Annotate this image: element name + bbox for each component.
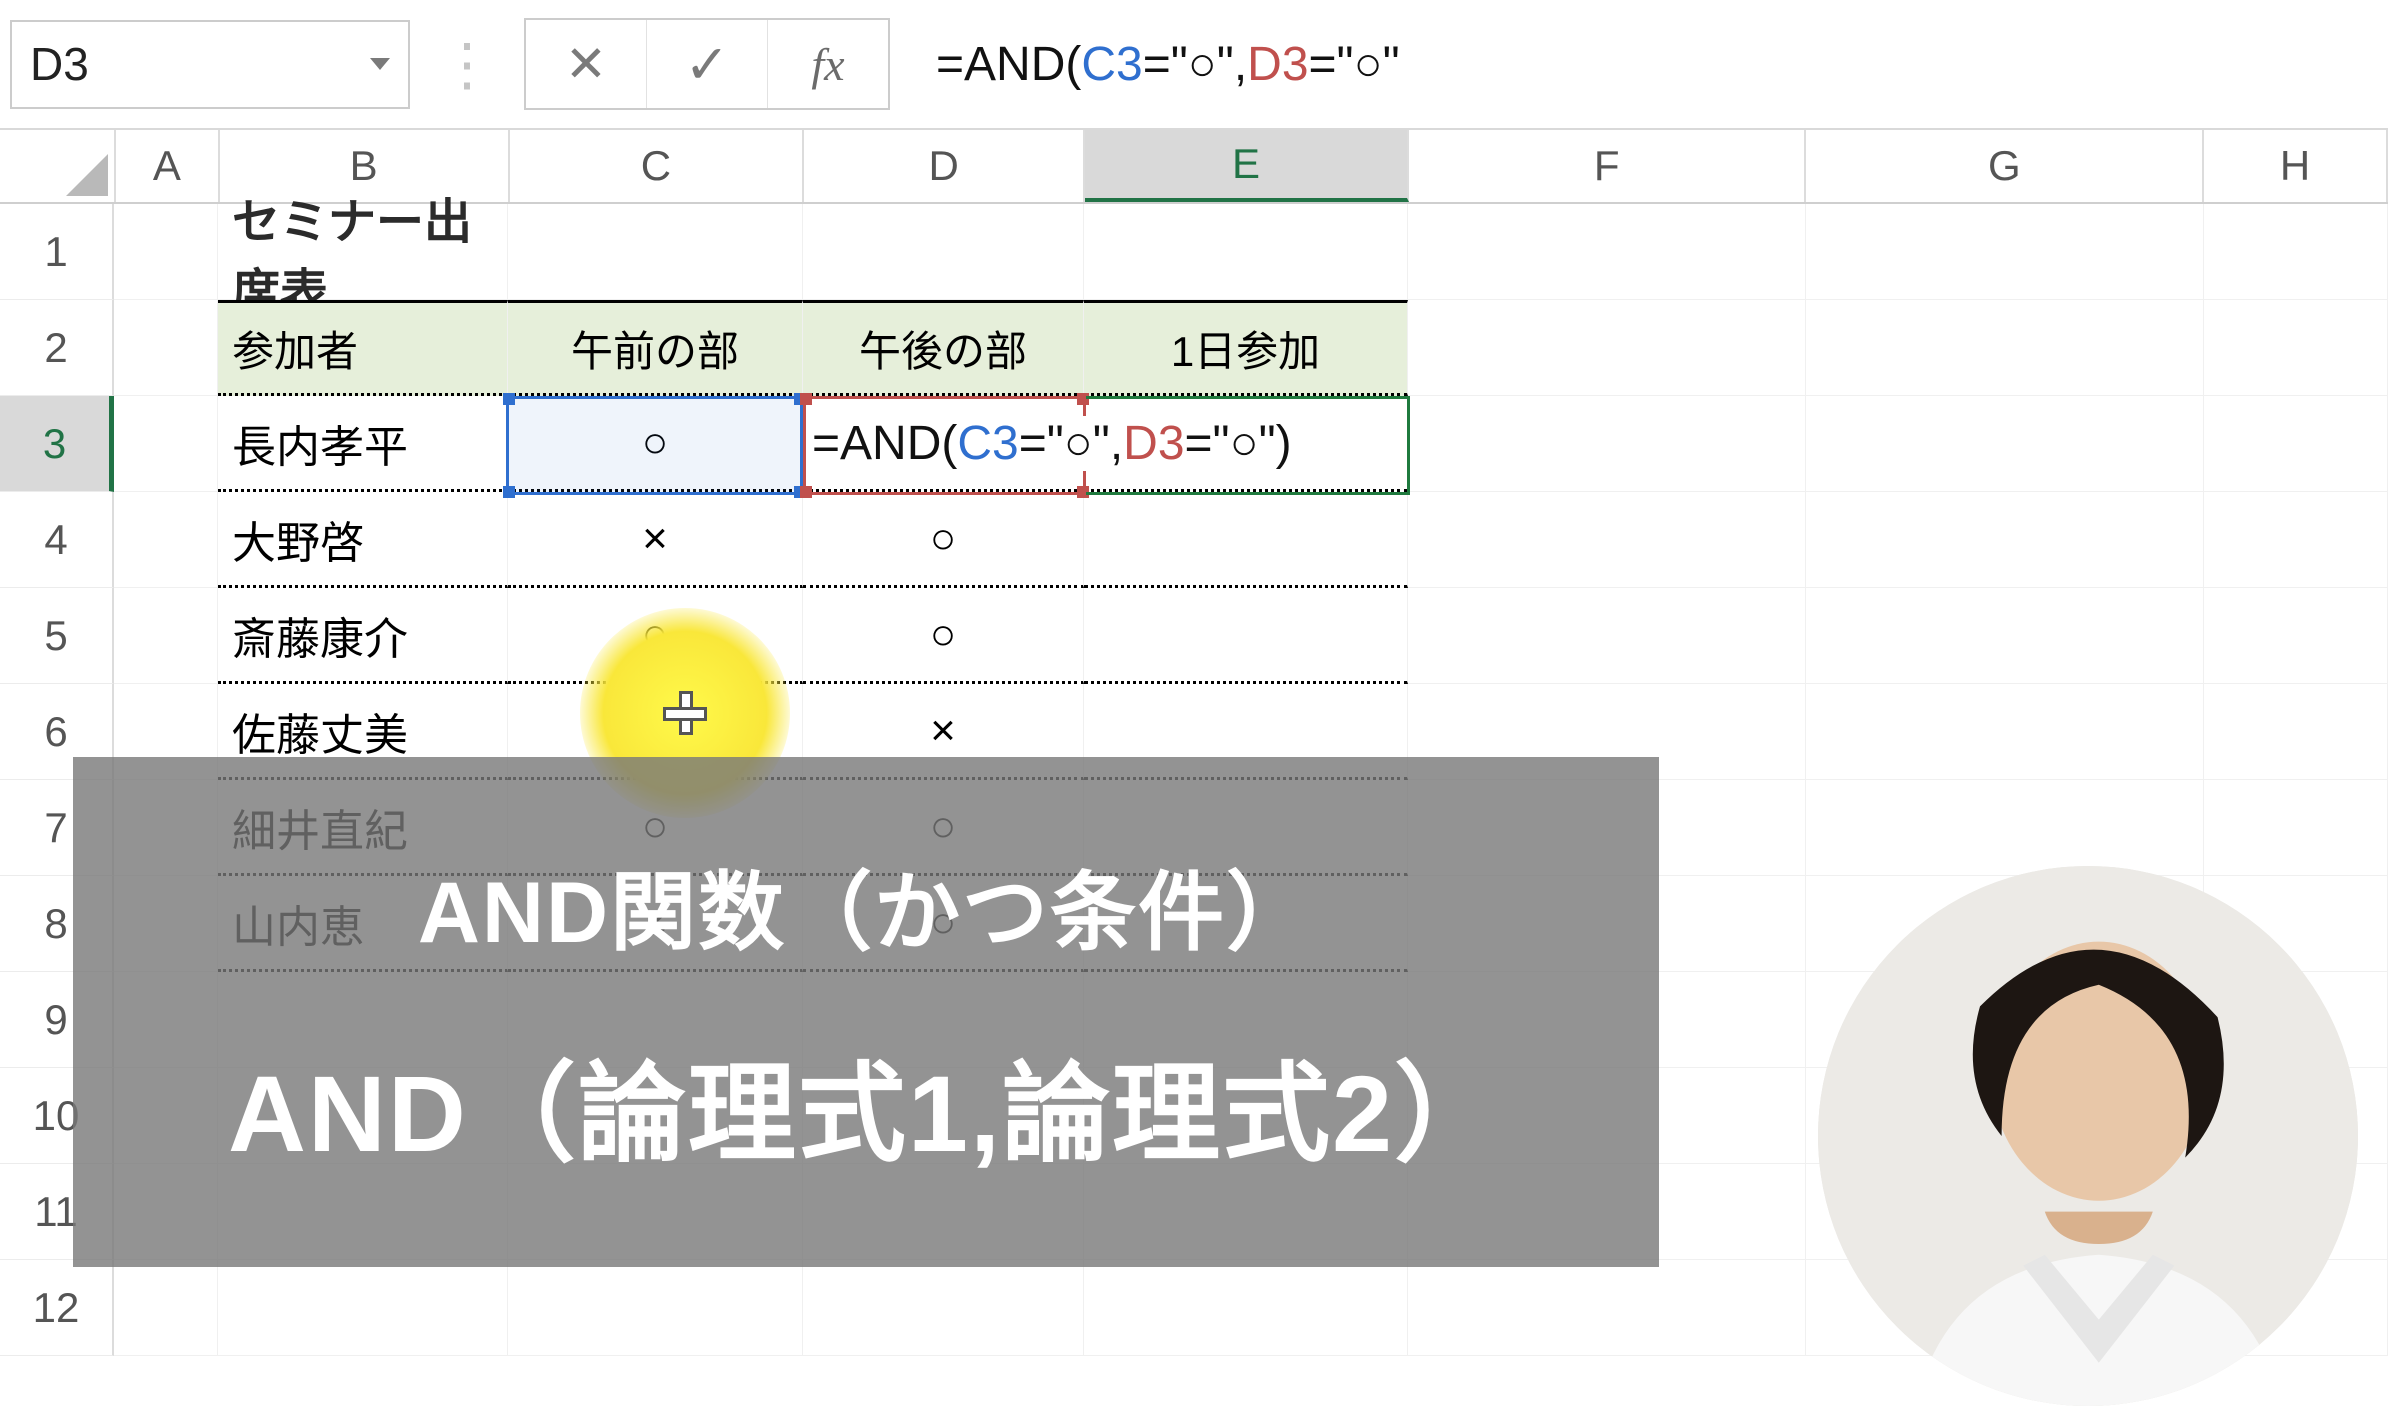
name-box[interactable]: D3	[10, 20, 410, 109]
hdr-am[interactable]: 午前の部	[508, 300, 803, 396]
cell-F12[interactable]	[1408, 1260, 1806, 1356]
hdr-allday[interactable]: 1日参加	[1084, 300, 1408, 396]
formula-edit-buttons: ✕ ✓ fx	[524, 18, 890, 110]
col-header-A[interactable]: A	[116, 130, 220, 202]
col-header-E[interactable]: E	[1085, 130, 1409, 202]
cell-G1[interactable]	[1806, 204, 2204, 300]
row-header-1[interactable]: 1	[0, 204, 114, 300]
formula-seg: ="○"	[1309, 37, 1400, 92]
cell-D1[interactable]	[803, 204, 1084, 300]
cell-H5[interactable]	[2204, 588, 2388, 684]
cell-A2[interactable]	[114, 300, 218, 396]
cell-A1[interactable]	[114, 204, 218, 300]
cancel-icon: ✕	[565, 35, 607, 93]
cell-B12[interactable]	[218, 1260, 508, 1356]
presenter-avatar	[1818, 866, 2358, 1406]
cell-B5[interactable]: 斎藤康介	[218, 588, 508, 684]
cell-D3[interactable]	[803, 396, 1084, 492]
enter-button[interactable]: ✓	[647, 20, 768, 108]
col-header-D[interactable]: D	[804, 130, 1085, 202]
cell-E1[interactable]	[1084, 204, 1408, 300]
cell-F4[interactable]	[1408, 492, 1806, 588]
enter-icon: ✓	[684, 33, 729, 96]
formula-seg: D3	[1247, 37, 1308, 92]
cell-F5[interactable]	[1408, 588, 1806, 684]
caption-line-2: AND（論理式1,論理式2）	[228, 1027, 1504, 1183]
cell-A4[interactable]	[114, 492, 218, 588]
cell-E5[interactable]	[1084, 588, 1408, 684]
cell-A3[interactable]	[114, 396, 218, 492]
cell-H6[interactable]	[2204, 684, 2388, 780]
cell-G7[interactable]	[1806, 780, 2204, 876]
cell-G2[interactable]	[1806, 300, 2204, 396]
insert-function-button[interactable]: fx	[768, 20, 888, 108]
cell-C1[interactable]	[508, 204, 803, 300]
formula-seg: =AND(	[936, 37, 1081, 92]
formula-seg: C3	[1081, 37, 1142, 92]
col-header-H[interactable]: H	[2204, 130, 2388, 202]
cell-F2[interactable]	[1408, 300, 1806, 396]
fx-icon: fx	[811, 38, 844, 91]
cell-B1-title[interactable]: セミナー出席表	[218, 204, 508, 300]
cell-C4[interactable]: ×	[508, 492, 803, 588]
formula-input[interactable]: =AND( C3 ="○", D3 ="○"	[920, 20, 2388, 108]
cell-C5[interactable]: ○	[508, 588, 803, 684]
cell-G5[interactable]	[1806, 588, 2204, 684]
caption-line-1: AND関数（かつ条件）	[418, 842, 1314, 967]
col-header-G[interactable]: G	[1806, 130, 2204, 202]
cell-D12[interactable]	[803, 1260, 1084, 1356]
cell-C3[interactable]: ○	[508, 396, 803, 492]
hdr-participant[interactable]: 参加者	[218, 300, 508, 396]
cell-C12[interactable]	[508, 1260, 803, 1356]
cell-F1[interactable]	[1408, 204, 1806, 300]
cell-F3[interactable]	[1408, 396, 1806, 492]
cancel-button[interactable]: ✕	[526, 20, 647, 108]
cell-H7[interactable]	[2204, 780, 2388, 876]
select-all-triangle[interactable]	[0, 130, 116, 202]
separator: ⋮	[410, 30, 524, 98]
row-header-4[interactable]: 4	[0, 492, 114, 588]
formula-bar: D3 ⋮ ✕ ✓ fx =AND( C3 ="○", D3 ="○"	[0, 0, 2388, 130]
row-header-5[interactable]: 5	[0, 588, 114, 684]
row-header-2[interactable]: 2	[0, 300, 114, 396]
name-box-value: D3	[30, 37, 89, 91]
caption-overlay: AND関数（かつ条件） AND（論理式1,論理式2）	[73, 757, 1659, 1267]
cell-G3[interactable]	[1806, 396, 2204, 492]
col-header-F[interactable]: F	[1409, 130, 1807, 202]
cell-D4[interactable]: ○	[803, 492, 1084, 588]
cell-H1[interactable]	[2204, 204, 2388, 300]
cell-G6[interactable]	[1806, 684, 2204, 780]
col-header-C[interactable]: C	[510, 130, 805, 202]
cell-H2[interactable]	[2204, 300, 2388, 396]
formula-seg: ="○",	[1143, 37, 1247, 92]
cell-B4[interactable]: 大野啓	[218, 492, 508, 588]
cell-E12[interactable]	[1084, 1260, 1408, 1356]
cell-H3[interactable]	[2204, 396, 2388, 492]
cell-A5[interactable]	[114, 588, 218, 684]
hdr-pm[interactable]: 午後の部	[803, 300, 1084, 396]
cell-B3[interactable]: 長内孝平	[218, 396, 508, 492]
cell-E4[interactable]	[1084, 492, 1408, 588]
cell-G4[interactable]	[1806, 492, 2204, 588]
row-header-3[interactable]: 3	[0, 396, 114, 492]
cell-A12[interactable]	[114, 1260, 218, 1356]
cell-E3-editing[interactable]	[1084, 396, 1408, 492]
row-header-12[interactable]: 12	[0, 1260, 114, 1356]
name-box-dropdown-icon[interactable]	[370, 58, 390, 70]
cell-H4[interactable]	[2204, 492, 2388, 588]
cell-D5[interactable]: ○	[803, 588, 1084, 684]
